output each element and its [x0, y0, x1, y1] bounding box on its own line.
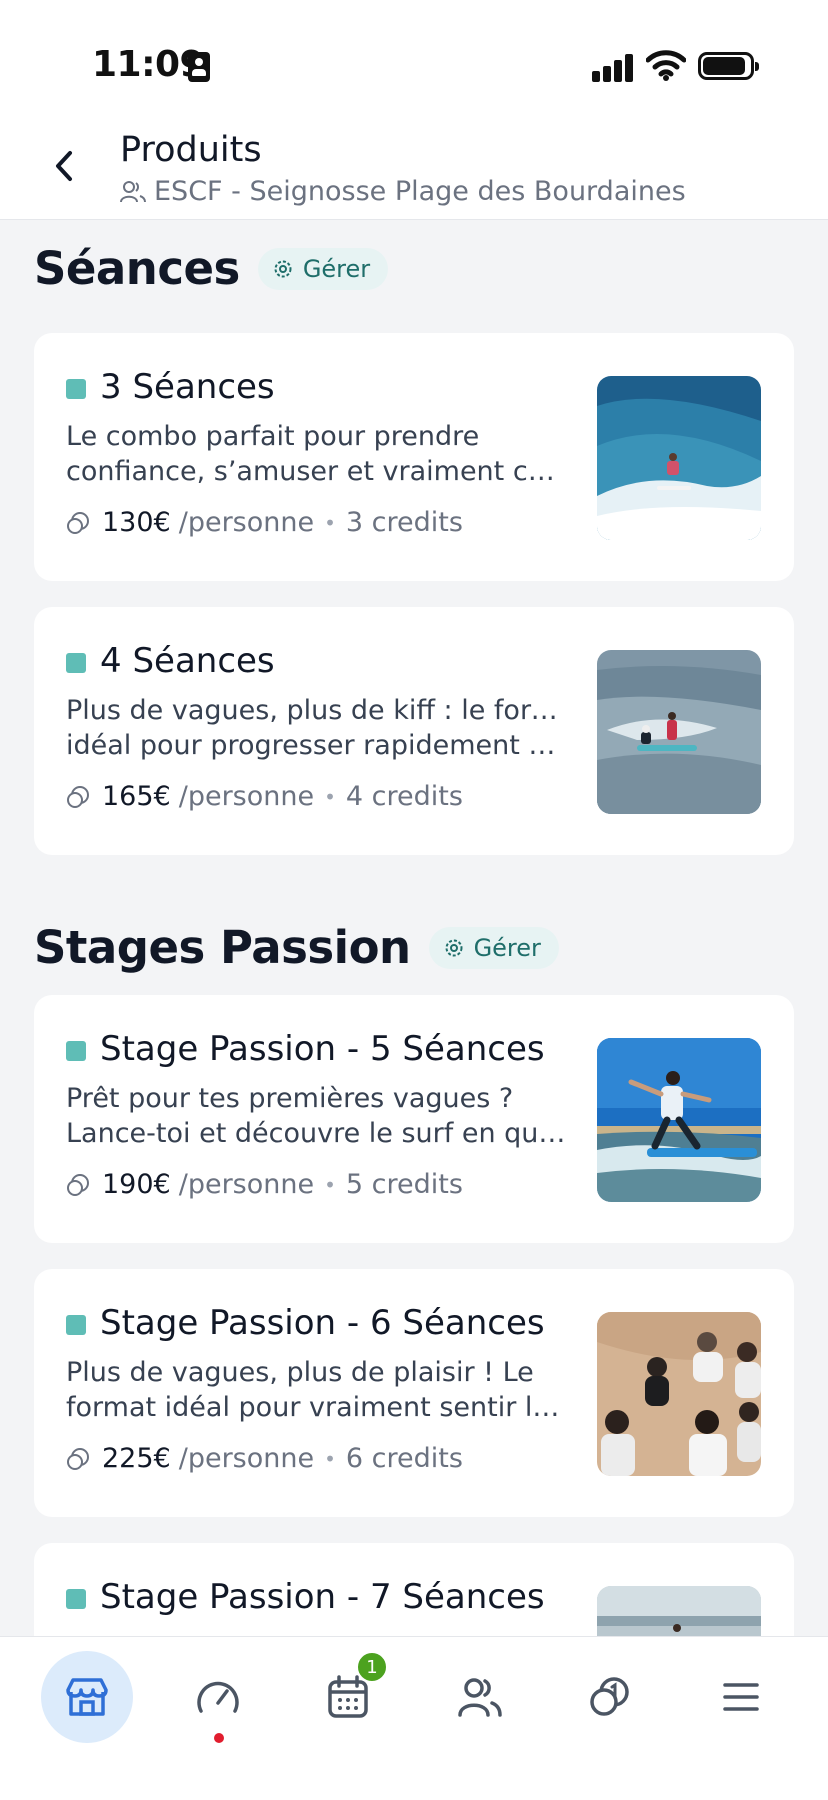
chevron-left-icon [56, 151, 72, 181]
id-card-icon [188, 52, 210, 82]
product-name: 3 Séances [100, 367, 275, 407]
nav-dashboard[interactable] [172, 1651, 264, 1743]
coins-icon [67, 1447, 89, 1470]
menu-icon [723, 1683, 759, 1711]
description-line: Prêt pour tes premières vagues ? [66, 1083, 514, 1114]
color-tag [66, 379, 86, 399]
description-line: Le combo parfait pour prendre [66, 421, 480, 452]
separator-dot: • [324, 784, 336, 809]
cellular-signal-icon [592, 52, 634, 82]
coins-icon [590, 1677, 629, 1716]
battery-icon [698, 52, 759, 80]
description-line: format idéal pour vraiment sentir la p… [66, 1392, 566, 1423]
separator-dot: • [324, 1172, 336, 1197]
page-title: Produits [120, 130, 262, 170]
color-tag [66, 1589, 86, 1609]
product-image [597, 376, 761, 540]
product-card[interactable]: 4 Séances Plus de vagues, plus de kiff :… [34, 607, 794, 855]
price: 130€ [102, 507, 171, 538]
gear-icon [445, 939, 463, 956]
calendar-icon [328, 1675, 368, 1718]
back-button[interactable] [44, 144, 84, 188]
price-unit: /personne [178, 1443, 315, 1474]
section-title: Séances [34, 242, 240, 295]
product-image [597, 1312, 761, 1476]
users-icon [120, 180, 146, 202]
price-row: 130€ /personne • 3 credits [66, 507, 463, 538]
product-card[interactable]: Stage Passion - 5 Séances Prêt pour tes … [34, 995, 794, 1243]
product-card[interactable]: 3 Séances Le combo parfait pour prendre … [34, 333, 794, 581]
notification-dot [214, 1733, 224, 1743]
club-name: ESCF - Seignosse Plage des Bourdaines [154, 176, 686, 207]
credits: 5 credits [345, 1169, 463, 1200]
color-tag [66, 1041, 86, 1061]
store-icon [66, 1678, 108, 1716]
product-description: Plus de vagues, plus de plaisir ! Le for… [66, 1355, 566, 1425]
header-subtitle: ESCF - Seignosse Plage des Bourdaines [120, 176, 686, 207]
product-name: Stage Passion - 5 Séances [100, 1029, 545, 1069]
color-tag [66, 1315, 86, 1335]
description-line: Plus de vagues, plus de plaisir ! Le [66, 1357, 534, 1388]
credits: 4 credits [345, 781, 463, 812]
nav-calendar[interactable]: 1 [302, 1651, 394, 1743]
product-description: Le combo parfait pour prendre confiance,… [66, 419, 566, 489]
nav-customers[interactable] [434, 1651, 526, 1743]
section-header-stages-passion: Stages Passion Gérer [34, 921, 559, 974]
description-line: Plus de vagues, plus de kiff : le format [66, 695, 566, 726]
coins-icon [67, 511, 89, 534]
description-line: idéal pour progresser rapidement tou… [66, 730, 566, 761]
price-unit: /personne [178, 507, 315, 538]
product-name: Stage Passion - 6 Séances [100, 1303, 545, 1343]
nav-credits[interactable] [564, 1651, 656, 1743]
manage-button[interactable]: Gérer [428, 926, 559, 969]
product-description: Plus de vagues, plus de kiff : le format… [66, 693, 566, 763]
separator-dot: • [324, 510, 336, 535]
price-unit: /personne [178, 1169, 315, 1200]
product-description: Prêt pour tes premières vagues ? Lance-t… [66, 1081, 566, 1151]
price-unit: /personne [178, 781, 315, 812]
nav-store[interactable] [41, 1651, 133, 1743]
price: 165€ [102, 781, 171, 812]
color-tag [66, 653, 86, 673]
manage-button[interactable]: Gérer [257, 247, 389, 290]
coins-icon [67, 1173, 89, 1196]
product-image [597, 650, 761, 814]
section-header-seances: Séances Gérer [34, 242, 389, 295]
price-row: 190€ /personne • 5 credits [66, 1169, 463, 1200]
coins-icon [67, 785, 89, 808]
bottom-nav: 1 [0, 1636, 828, 1800]
product-name: 4 Séances [100, 641, 275, 681]
manage-label: Gérer [302, 254, 371, 283]
separator-dot: • [324, 1446, 336, 1471]
description-line: Lance-toi et découvre le surf en quel… [66, 1118, 566, 1149]
product-card[interactable]: Stage Passion - 6 Séances Plus de vagues… [34, 1269, 794, 1517]
users-icon [458, 1678, 502, 1717]
credits: 6 credits [345, 1443, 463, 1474]
product-name: Stage Passion - 7 Séances [100, 1577, 545, 1617]
header: Produits ESCF - Seignosse Plage des Bour… [0, 118, 828, 220]
price: 190€ [102, 1169, 171, 1200]
product-image [597, 1038, 761, 1202]
wifi-icon [646, 50, 686, 81]
price-row: 225€ /personne • 6 credits [66, 1443, 463, 1474]
manage-label: Gérer [473, 933, 541, 962]
description-line: confiance, s’amuser et vraiment com… [66, 456, 566, 487]
nav-menu[interactable] [695, 1651, 787, 1743]
gear-icon [274, 260, 292, 277]
calendar-badge: 1 [356, 1651, 388, 1683]
status-bar: 11:09 [0, 0, 828, 118]
section-title: Stages Passion [34, 921, 411, 974]
dashboard-icon [197, 1681, 239, 1713]
price: 225€ [102, 1443, 171, 1474]
credits: 3 credits [345, 507, 463, 538]
price-row: 165€ /personne • 4 credits [66, 781, 463, 812]
